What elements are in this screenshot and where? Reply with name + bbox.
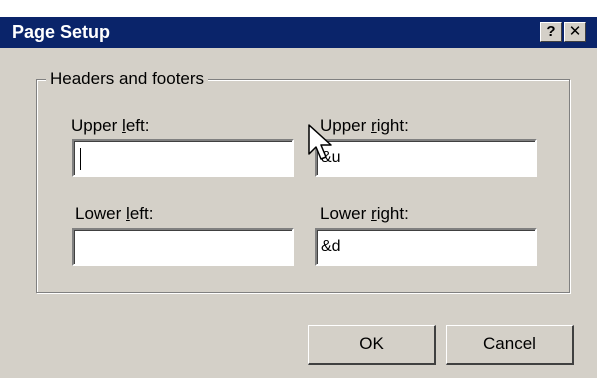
lower-left-input[interactable] (72, 228, 294, 266)
upper-left-input[interactable] (72, 139, 294, 177)
help-button[interactable]: ? (540, 22, 562, 42)
lower-right-label: Lower right: (320, 204, 409, 223)
lower-left-label: Lower left: (75, 204, 154, 223)
mouse-pointer-icon (308, 124, 332, 160)
desktop-strip (0, 0, 597, 17)
title-bar: Page Setup ? ✕ (0, 17, 597, 48)
ok-button[interactable]: OK (308, 325, 436, 365)
help-icon: ? (546, 23, 556, 40)
close-icon: ✕ (568, 23, 582, 40)
dialog-body: Headers and footers Upper left: Upper ri… (0, 48, 597, 378)
cancel-button[interactable]: Cancel (446, 325, 574, 365)
close-button[interactable]: ✕ (564, 22, 586, 42)
window-title: Page Setup (12, 22, 111, 42)
upper-left-label: Upper left: (71, 116, 150, 135)
group-label: Headers and footers (46, 68, 209, 90)
upper-right-input[interactable]: &u (315, 139, 537, 177)
lower-right-input[interactable]: &d (315, 228, 537, 266)
page-setup-dialog: Page Setup ? ✕ Headers and footers Upper… (0, 17, 597, 378)
text-caret (80, 148, 81, 170)
